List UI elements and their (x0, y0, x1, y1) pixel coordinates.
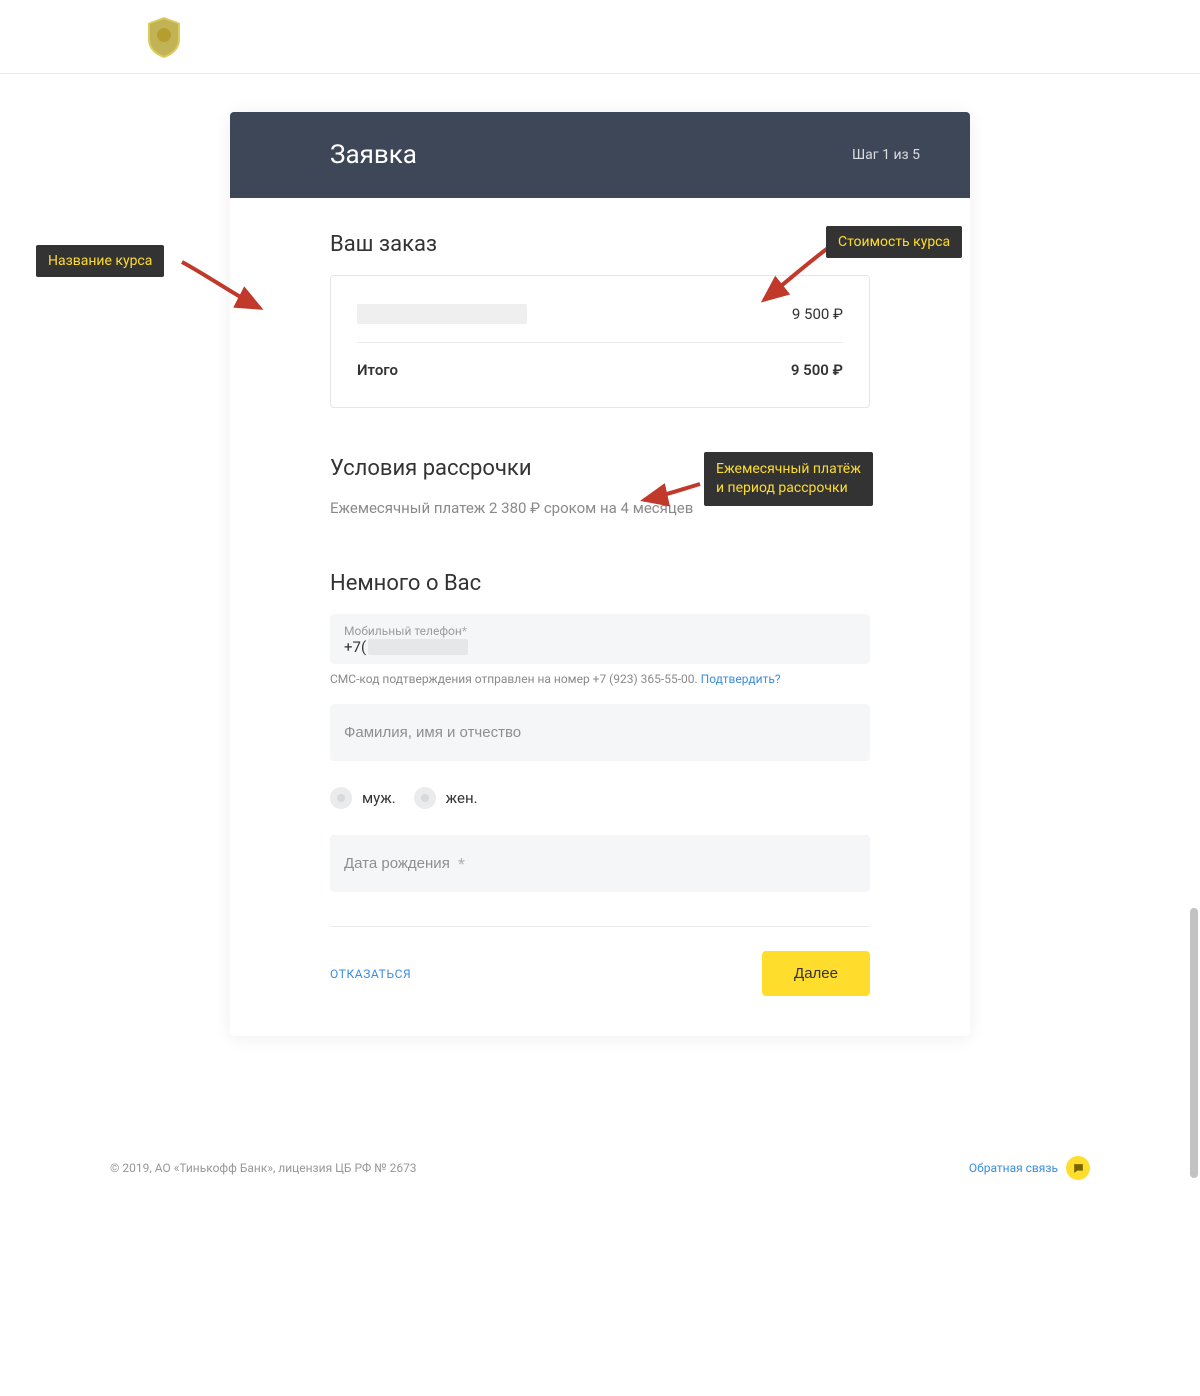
scrollbar[interactable] (1188, 0, 1200, 1396)
gender-female-radio[interactable]: жен. (414, 787, 478, 809)
scrollbar-thumb[interactable] (1190, 908, 1198, 1178)
phone-field[interactable]: Мобильный телефон* +7( (330, 614, 870, 664)
gender-male-label: муж. (362, 789, 396, 807)
order-item-price: 9 500 ₽ (792, 305, 843, 323)
next-button[interactable]: Далее (762, 951, 870, 996)
order-item-name-redacted (357, 304, 527, 324)
feedback-label: Обратная связь (969, 1161, 1058, 1175)
gender-female-label: жен. (446, 789, 478, 807)
sms-note: СМС-код подтверждения отправлен на номер… (330, 672, 870, 686)
annotation-monthly: Ежемесячный платёж и период рассрочки (704, 452, 873, 506)
radio-icon (330, 787, 352, 809)
top-bar (0, 0, 1200, 74)
phone-redacted (368, 639, 468, 655)
dob-input[interactable] (344, 853, 856, 874)
tinkoff-logo-icon (140, 13, 188, 61)
divider (330, 926, 870, 927)
order-item-row: 9 500 ₽ (357, 304, 843, 324)
order-total-price: 9 500 ₽ (791, 361, 843, 379)
page-title: Заявка (330, 140, 417, 170)
radio-icon (414, 787, 436, 809)
order-total-row: Итого 9 500 ₽ (357, 361, 843, 379)
fio-field[interactable] (330, 704, 870, 761)
phone-value: +7( (344, 638, 856, 656)
confirm-link[interactable]: Подтвердить? (701, 672, 781, 686)
step-indicator: Шаг 1 из 5 (852, 147, 920, 163)
decline-link[interactable]: ОТКАЗАТЬСЯ (330, 967, 411, 981)
order-total-label: Итого (357, 361, 398, 379)
annotation-course-price: Стоимость курса (826, 226, 962, 258)
order-section-title: Ваш заказ (330, 232, 870, 257)
required-asterisk: * (458, 854, 465, 873)
dob-field[interactable]: * (330, 835, 870, 892)
annotation-course-name: Название курса (36, 245, 164, 277)
required-asterisk: * (462, 624, 467, 638)
gender-male-radio[interactable]: муж. (330, 787, 396, 809)
divider (357, 342, 843, 343)
copyright: © 2019, АО «Тинькофф Банк», лицензия ЦБ … (110, 1161, 417, 1175)
gender-row: муж. жен. (330, 787, 870, 809)
card-header: Заявка Шаг 1 из 5 (230, 112, 970, 198)
chat-icon (1066, 1156, 1090, 1180)
phone-label: Мобильный телефон (344, 624, 462, 638)
actions-row: ОТКАЗАТЬСЯ Далее (330, 951, 870, 996)
feedback-link[interactable]: Обратная связь (969, 1156, 1090, 1180)
footer: © 2019, АО «Тинькофф Банк», лицензия ЦБ … (0, 1156, 1200, 1204)
about-section-title: Немного о Вас (330, 571, 870, 596)
order-box: 9 500 ₽ Итого 9 500 ₽ (330, 275, 870, 408)
phone-prefix: +7( (344, 638, 366, 656)
fio-input[interactable] (344, 722, 856, 743)
